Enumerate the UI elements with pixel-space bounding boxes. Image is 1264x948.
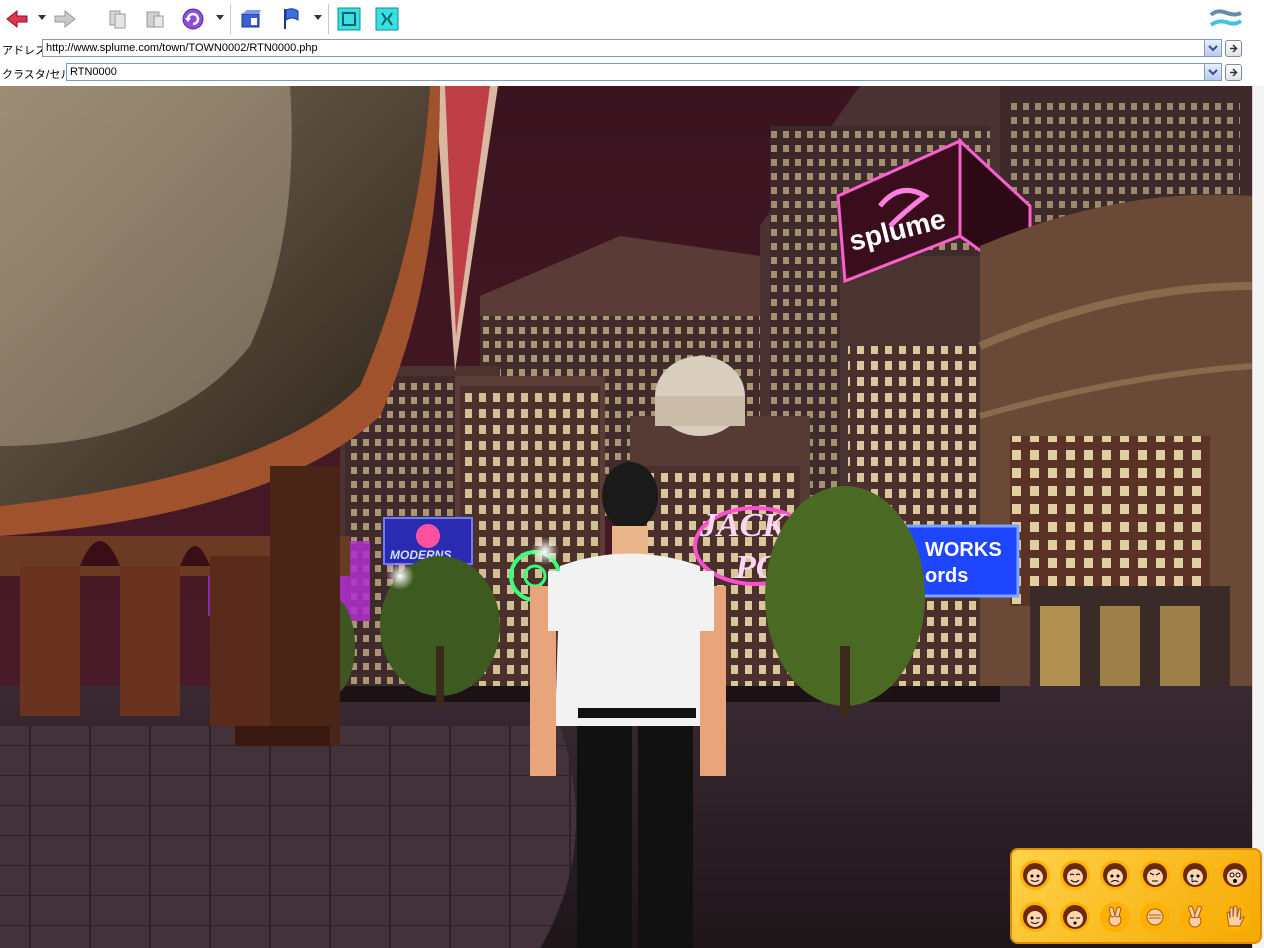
3d-viewport[interactable]: splume MODERNS JACK POT WORKS ords	[0, 86, 1252, 948]
chevron-down-icon	[38, 15, 46, 20]
toolbar	[0, 0, 1264, 38]
refresh-button[interactable]	[180, 6, 206, 32]
vertical-scrollbar[interactable]	[1252, 86, 1264, 948]
smile-face-icon[interactable]	[1060, 860, 1090, 890]
sad-face-icon[interactable]	[1100, 860, 1130, 890]
forward-button[interactable]	[52, 6, 78, 32]
fullscreen-icon	[337, 7, 361, 31]
shrink-icon	[375, 7, 399, 31]
wink-face-icon[interactable]	[1020, 902, 1050, 932]
rock-hand-icon[interactable]	[1140, 902, 1170, 932]
cluster-dropdown-button[interactable]	[1204, 64, 1221, 80]
address-field[interactable]	[42, 39, 1222, 57]
toolbar-separator	[230, 4, 231, 34]
flag-dropdown-arrow[interactable]	[314, 14, 322, 22]
wave-hand-icon[interactable]	[1220, 902, 1250, 932]
address-label: アドレス	[2, 44, 46, 57]
paste-button[interactable]	[142, 6, 168, 32]
address-row: アドレス	[0, 38, 1264, 60]
sleepy-face-icon[interactable]	[1060, 902, 1090, 932]
shrink-button[interactable]	[374, 6, 400, 32]
flag-icon	[284, 8, 299, 29]
toolbar-separator	[328, 4, 329, 34]
cluster-input[interactable]	[67, 64, 1207, 80]
peace-hand-icon[interactable]	[1180, 902, 1210, 932]
angry-face-icon[interactable]	[1140, 860, 1170, 890]
cluster-field[interactable]	[66, 63, 1222, 81]
home-icon	[241, 10, 261, 28]
copy-icon	[109, 10, 126, 29]
chevron-down-icon	[314, 15, 322, 20]
back-button[interactable]	[4, 6, 30, 32]
refresh-dropdown-arrow[interactable]	[216, 14, 224, 22]
forward-arrow-icon	[54, 9, 76, 29]
emote-panel	[1010, 848, 1262, 944]
town-scene: splume MODERNS JACK POT WORKS ords	[0, 86, 1252, 948]
splume-logo-icon	[1206, 6, 1246, 32]
jackpot-sign-top: JACK	[699, 507, 787, 544]
cluster-row: クラスタ/セル	[0, 62, 1264, 84]
happy-face-icon[interactable]	[1020, 860, 1050, 890]
home-button[interactable]	[238, 6, 264, 32]
flag-button[interactable]	[278, 6, 304, 32]
cry-face-icon[interactable]	[1180, 860, 1210, 890]
address-dropdown-button[interactable]	[1204, 40, 1221, 56]
address-go-button[interactable]	[1225, 40, 1242, 57]
chevron-down-icon	[1208, 44, 1218, 51]
back-arrow-icon	[6, 9, 28, 29]
surprised-face-icon[interactable]	[1220, 860, 1250, 890]
works-sign-bottom: ords	[925, 565, 968, 587]
refresh-icon	[182, 8, 204, 30]
go-arrow-icon	[1230, 44, 1238, 53]
address-input[interactable]	[43, 40, 1207, 56]
back-dropdown-arrow[interactable]	[38, 14, 46, 22]
cluster-label: クラスタ/セル	[2, 68, 72, 81]
chevron-down-icon	[216, 15, 224, 20]
scissors-hand-icon[interactable]	[1100, 902, 1130, 932]
go-arrow-icon	[1230, 68, 1238, 77]
fullscreen-button[interactable]	[336, 6, 362, 32]
cluster-go-button[interactable]	[1225, 64, 1242, 81]
works-sign-top: WORKS	[925, 539, 1002, 561]
copy-button[interactable]	[104, 6, 130, 32]
paste-icon	[146, 11, 164, 28]
chevron-down-icon	[1208, 68, 1218, 75]
